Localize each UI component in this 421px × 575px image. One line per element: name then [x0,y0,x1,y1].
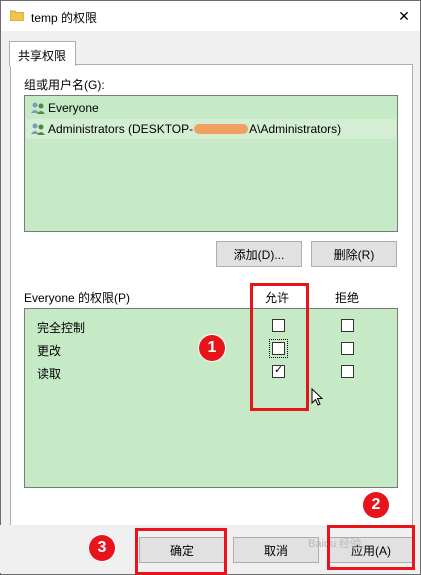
add-button[interactable]: 添加(D)... [216,241,302,267]
user-group-icon [31,102,45,114]
annotation-badge-3: 3 [89,535,115,561]
mouse-cursor-icon [311,388,324,406]
remove-button[interactable]: 删除(R) [311,241,397,267]
deny-column-header: 拒绝 [335,291,360,305]
watermark: Baidu 经验 [308,538,362,550]
user-name-prefix: Administrators (DESKTOP- [48,122,194,136]
annotation-badge-1: 1 [199,335,225,361]
permissions-label: Everyone 的权限(P) [24,291,131,305]
user-name-suffix: A\Administrators) [249,122,342,136]
user-list[interactable]: Everyone Administrators (DESKTOP- A\Admin… [24,95,398,232]
permission-change: 更改 [37,344,62,358]
permission-read: 读取 [37,367,62,381]
list-item-administrators[interactable]: Administrators (DESKTOP- A\Administrators… [26,119,396,139]
cancel-button[interactable]: 取消 [233,537,319,563]
allow-full-control-checkbox[interactable] [272,319,285,332]
allow-column-header: 允许 [265,291,290,305]
redaction-mark [194,124,249,134]
user-group-icon [31,123,45,135]
checkbox-check-icon: ✓ [274,364,284,376]
title-bar: temp 的权限 ✕ [1,1,420,31]
group-or-user-label: 组或用户名(G): [24,78,105,92]
list-item-everyone[interactable]: Everyone [26,98,396,118]
allow-change-checkbox[interactable] [269,339,288,358]
tab-share-permissions[interactable]: 共享权限 [9,41,76,66]
permission-full-control: 完全控制 [37,321,86,335]
ok-button[interactable]: 确定 [139,537,225,563]
close-icon: ✕ [398,7,410,24]
close-button[interactable]: ✕ [392,5,416,27]
allow-read-checkbox[interactable]: ✓ [272,364,285,378]
deny-change-checkbox[interactable] [341,342,354,355]
deny-full-control-checkbox[interactable] [341,319,354,332]
user-name: Everyone [48,101,99,115]
window-title: temp 的权限 [31,11,98,25]
folder-icon [10,10,24,21]
deny-read-checkbox[interactable] [341,365,354,378]
tab-label: 共享权限 [18,49,67,63]
annotation-badge-2: 2 [363,492,389,518]
